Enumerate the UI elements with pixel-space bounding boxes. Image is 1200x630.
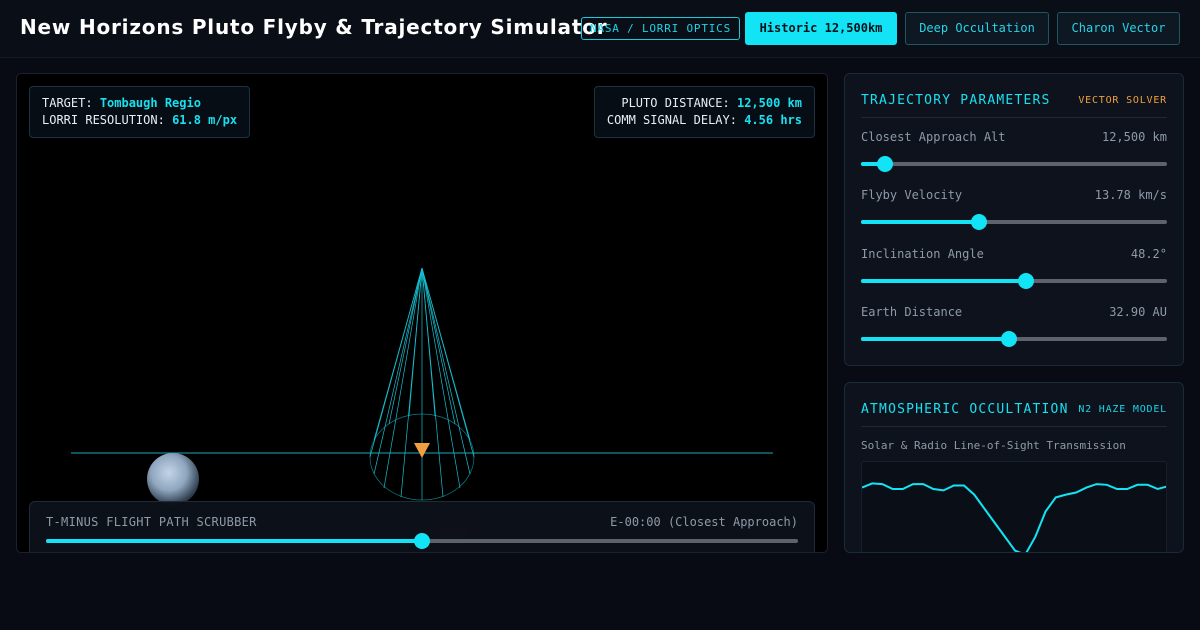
param-value: 13.78 km/s — [1094, 188, 1167, 202]
mode-deep-occultation-button[interactable]: Deep Occultation — [905, 12, 1049, 45]
param-value: 12,500 km — [1101, 130, 1167, 144]
slider-thumb[interactable] — [877, 156, 894, 172]
vector-solver-tag: VECTOR SOLVER — [1078, 95, 1167, 106]
trajectory-panel: TRAJECTORY PARAMETERS VECTOR SOLVER Clos… — [844, 73, 1184, 366]
slider-thumb[interactable] — [970, 214, 987, 230]
flyby-velocity-slider[interactable] — [861, 214, 1167, 230]
param-label: Inclination Angle — [861, 247, 984, 261]
top-bar: New Horizons Pluto Flyby & Trajectory Si… — [0, 0, 1200, 58]
resolution-label: LORRI RESOLUTION: — [42, 113, 165, 127]
param-label: Earth Distance — [861, 305, 963, 319]
slider-thumb[interactable] — [1018, 273, 1035, 289]
occultation-panel: ATMOSPHERIC OCCULTATION N2 HAZE MODEL So… — [844, 382, 1184, 553]
haze-model-tag: N2 HAZE MODEL — [1078, 404, 1167, 415]
slider-fill — [861, 220, 979, 224]
scrubber-track[interactable] — [46, 533, 798, 549]
earth-distance-slider[interactable] — [861, 331, 1167, 347]
transmission-series-line — [862, 482, 1166, 552]
target-value: Tombaugh Regio — [99, 96, 201, 110]
delay-value: 4.56 hrs — [744, 113, 802, 127]
closest-approach-slider[interactable] — [861, 156, 1167, 172]
param-closest-approach: Closest Approach Alt 12,500 km — [861, 130, 1167, 180]
delay-label: COMM SIGNAL DELAY: — [606, 113, 737, 127]
slider-fill — [861, 279, 1027, 283]
mode-charon-vector-button[interactable]: Charon Vector — [1057, 12, 1180, 45]
param-inclination-angle: Inclination Angle 48.2° — [861, 247, 1167, 297]
slider-fill — [861, 337, 1010, 341]
inclination-angle-slider[interactable] — [861, 273, 1167, 289]
transmission-plot — [862, 482, 1166, 552]
scrubber-fill — [46, 539, 422, 543]
param-value: 48.2° — [1130, 247, 1167, 261]
resolution-value: 61.8 m/px — [172, 113, 238, 127]
param-flyby-velocity: Flyby Velocity 13.78 km/s — [861, 188, 1167, 238]
param-earth-distance: Earth Distance 32.90 AU — [861, 305, 1167, 355]
scrubber-label: T-MINUS FLIGHT PATH SCRUBBER — [46, 515, 257, 529]
target-label: TARGET: — [42, 96, 93, 110]
trajectory-title: TRAJECTORY PARAMETERS — [861, 93, 1051, 108]
divider — [861, 117, 1167, 118]
distance-label: PLUTO DISTANCE: — [621, 96, 730, 110]
mode-historic-button[interactable]: Historic 12,500km — [745, 12, 897, 45]
scene-canvas — [71, 267, 773, 552]
occultation-title: ATMOSPHERIC OCCULTATION — [861, 402, 1069, 417]
transmission-chart — [861, 461, 1167, 552]
divider — [861, 426, 1167, 427]
param-label: Flyby Velocity — [861, 188, 963, 202]
scrubber-time: E-00:00 (Closest Approach) — [610, 515, 798, 529]
param-value: 32.90 AU — [1109, 305, 1167, 319]
slider-thumb[interactable] — [1001, 331, 1018, 347]
flight-path-scrubber: T-MINUS FLIGHT PATH SCRUBBER E-00:00 (Cl… — [29, 501, 815, 552]
scrubber-thumb[interactable] — [414, 533, 430, 549]
target-hud: TARGET: Tombaugh Regio LORRI RESOLUTION:… — [29, 86, 251, 138]
pluto-planet[interactable] — [147, 453, 199, 505]
occultation-subtitle: Solar & Radio Line-of-Sight Transmission — [861, 439, 1126, 452]
lorri-fov-cone — [369, 267, 475, 501]
app-title: New Horizons Pluto Flyby & Trajectory Si… — [20, 15, 608, 39]
optics-badge: NASA / LORRI OPTICS — [581, 17, 741, 40]
distance-value: 12,500 km — [736, 96, 802, 110]
flyby-viewport[interactable]: TARGET: Tombaugh Regio LORRI RESOLUTION:… — [16, 73, 828, 553]
param-label: Closest Approach Alt — [861, 130, 1006, 144]
spacecraft-marker-icon[interactable] — [414, 443, 430, 458]
distance-hud: PLUTO DISTANCE: 12,500 km COMM SIGNAL DE… — [593, 86, 815, 138]
